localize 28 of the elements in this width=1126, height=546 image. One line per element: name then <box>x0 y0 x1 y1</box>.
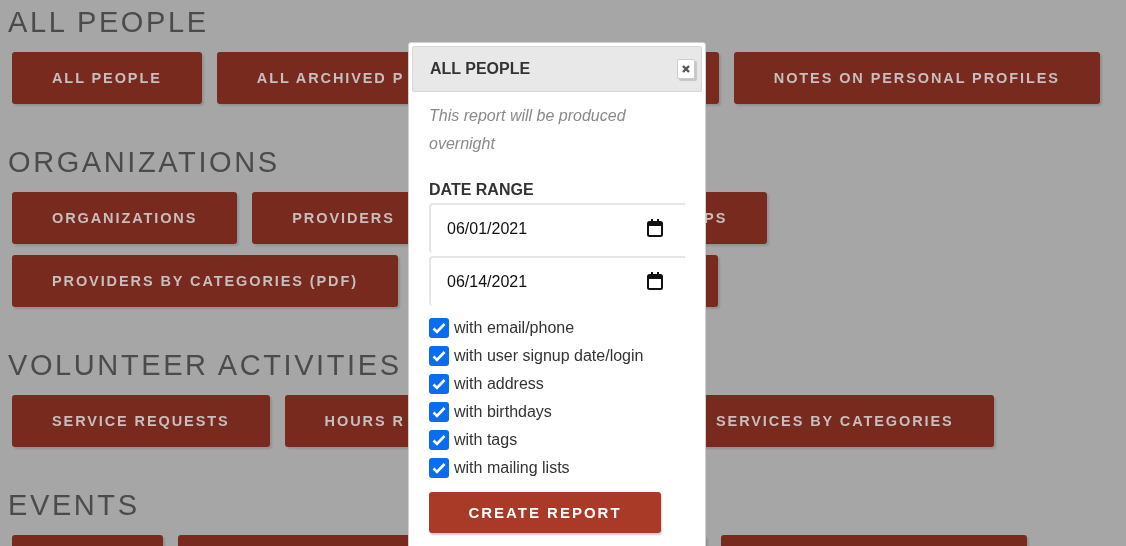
create-report-button[interactable]: CREATE REPORT <box>429 492 661 533</box>
checkbox[interactable] <box>429 346 449 366</box>
dialog-title: ALL PEOPLE <box>430 60 531 78</box>
checkbox[interactable] <box>429 374 449 394</box>
report-button[interactable]: NOTES ON PERSONAL PROFILES <box>733 52 1100 104</box>
report-button[interactable]: ALL PEOPLE <box>12 52 202 104</box>
close-icon <box>681 64 691 74</box>
checkbox[interactable] <box>429 458 449 478</box>
section-heading: EVENTS <box>8 488 140 523</box>
section-heading: VOLUNTEER ACTIVITIES <box>8 348 402 383</box>
close-button[interactable] <box>677 59 695 79</box>
checkbox-label: with address <box>454 375 544 393</box>
report-button[interactable]: SERVICE REQUESTS <box>12 395 270 447</box>
section-heading: ALL PEOPLE <box>8 5 209 40</box>
checkbox-label: with email/phone <box>454 319 575 337</box>
checkbox[interactable] <box>429 318 449 338</box>
report-button[interactable]: ORGANIZATIONS <box>12 192 238 244</box>
checkbox-label: with mailing lists <box>454 459 570 477</box>
report-note: This report will be produced overnight <box>429 106 627 154</box>
section-heading: ORGANIZATIONS <box>8 145 280 180</box>
date-field[interactable]: 06/01/2021 <box>429 203 685 253</box>
report-button[interactable]: PROVIDERS BY CATEGORIES (PDF) <box>12 255 398 307</box>
checkbox[interactable] <box>429 430 449 450</box>
calendar-icon[interactable] <box>647 219 663 237</box>
date-field[interactable]: 06/14/2021 <box>429 256 685 306</box>
checkbox-label: with user signup date/login <box>454 347 644 365</box>
calendar-icon[interactable] <box>647 272 663 290</box>
checkbox[interactable] <box>429 402 449 422</box>
